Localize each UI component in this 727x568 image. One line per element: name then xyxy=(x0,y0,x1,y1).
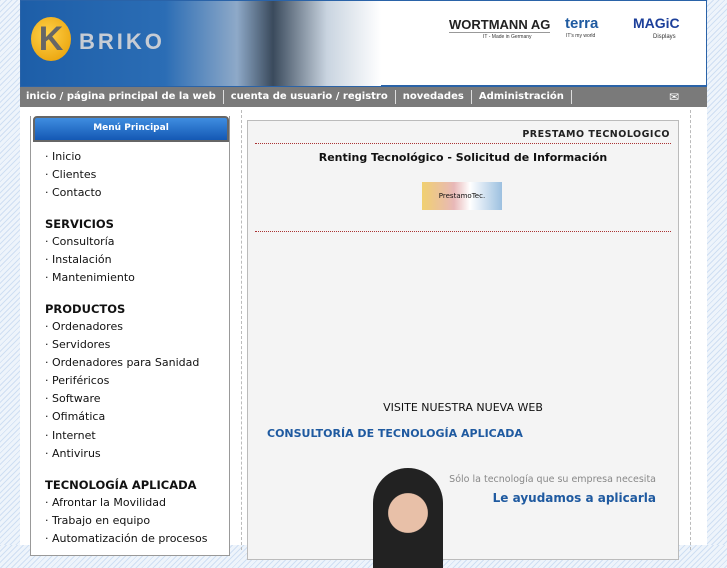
sidebar-item[interactable]: · Periféricos xyxy=(45,374,109,387)
label: Software xyxy=(52,392,101,405)
label: Ordenadores xyxy=(52,320,123,333)
magic-logo[interactable]: MAGiC xyxy=(633,15,680,31)
sidebar-item[interactable]: · Software xyxy=(45,392,101,405)
main-content-box: PRESTAMO TECNOLOGICO Renting Tecnológico… xyxy=(247,120,679,568)
divider xyxy=(241,110,242,550)
dotted-divider xyxy=(255,143,671,144)
label: Afrontar la Movilidad xyxy=(52,496,166,509)
label: Internet xyxy=(52,429,96,442)
label: Ordenadores para Sanidad xyxy=(52,356,200,369)
mail-icon[interactable]: ✉ xyxy=(669,91,679,103)
header: K BRIKO WORTMANN AG IT - Made in Germany… xyxy=(20,0,707,87)
label: Contacto xyxy=(52,186,102,199)
sidebar-item[interactable]: · Trabajo en equipo xyxy=(45,514,150,527)
menu-title: Menú Principal xyxy=(33,116,229,142)
sidebar-item[interactable]: · Instalación xyxy=(45,253,112,266)
banner-subtitle: Sólo la tecnología que su empresa necesi… xyxy=(449,474,656,485)
label: Servidores xyxy=(52,338,111,351)
label: Automatización de procesos xyxy=(52,532,208,545)
sidebar-item[interactable]: · Afrontar la Movilidad xyxy=(45,496,166,509)
sidebar-item-clientes[interactable]: · Clientes xyxy=(45,168,96,181)
sidebar: Menú Principal · Inicio · Clientes · Con… xyxy=(30,116,230,556)
dotted-divider xyxy=(255,231,671,232)
label: Periféricos xyxy=(52,374,110,387)
nav-novedades[interactable]: novedades xyxy=(396,90,472,104)
sidebar-item[interactable]: · Consultoría xyxy=(45,235,115,248)
wortmann-tagline: IT - Made in Germany xyxy=(483,34,532,40)
sidebar-heading-productos: PRODUCTOS xyxy=(45,302,126,316)
label: Antivirus xyxy=(52,447,101,460)
label: Consultoría xyxy=(52,235,115,248)
label: Inicio xyxy=(52,150,82,163)
sidebar-heading-servicios: SERVICIOS xyxy=(45,217,114,231)
page-heading: Renting Tecnológico - Solicitud de Infor… xyxy=(318,151,608,164)
nav-inicio[interactable]: inicio / página principal de la web xyxy=(26,90,224,104)
sidebar-item[interactable]: · Internet xyxy=(45,429,96,442)
nav-cuenta[interactable]: cuenta de usuario / registro xyxy=(224,90,396,104)
sidebar-item-contacto[interactable]: · Contacto xyxy=(45,186,102,199)
sidebar-item[interactable]: · Automatización de procesos xyxy=(45,532,207,545)
sidebar-item-inicio[interactable]: · Inicio xyxy=(45,150,81,163)
nav-administracion[interactable]: Administración xyxy=(472,90,572,104)
sidebar-item[interactable]: · Ordenadores para Sanidad xyxy=(45,356,199,369)
briko-logo-icon[interactable]: K xyxy=(31,17,71,61)
box-title: PRESTAMO TECNOLOGICO xyxy=(522,129,670,140)
top-nav: inicio / página principal de la web cuen… xyxy=(20,87,707,107)
wortmann-logo[interactable]: WORTMANN AG xyxy=(449,17,551,33)
sidebar-item[interactable]: · Mantenimiento xyxy=(45,271,135,284)
sidebar-item[interactable]: · Ofimática xyxy=(45,410,105,423)
label: Clientes xyxy=(52,168,97,181)
briko-logo-text: BRIKO xyxy=(79,29,165,54)
header-banner: K BRIKO xyxy=(21,1,381,86)
banner-slogan: Le ayudamos a aplicarla xyxy=(492,491,656,505)
magic-tagline: Displays xyxy=(653,34,676,40)
sidebar-heading-tecnologia: TECNOLOGÍA APLICADA xyxy=(45,478,197,492)
divider xyxy=(690,110,691,550)
label: Mantenimiento xyxy=(52,271,135,284)
label: Ofimática xyxy=(52,410,106,423)
visite-link[interactable]: VISITE NUESTRA NUEVA WEB xyxy=(248,401,678,414)
prestamo-thumbnail[interactable]: PrestamoTec. xyxy=(422,182,502,210)
banner-photo xyxy=(373,468,443,568)
sidebar-item[interactable]: · Antivirus xyxy=(45,447,101,460)
page-container: K BRIKO WORTMANN AG IT - Made in Germany… xyxy=(20,0,707,568)
label: Instalación xyxy=(52,253,112,266)
banner-title[interactable]: CONSULTORÍA DE TECNOLOGÍA APLICADA xyxy=(267,427,523,440)
terra-logo[interactable]: terra xyxy=(565,15,598,32)
terra-tagline: IT's my world xyxy=(566,33,596,39)
sidebar-item[interactable]: · Servidores xyxy=(45,338,110,351)
label: Trabajo en equipo xyxy=(52,514,151,527)
sidebar-item[interactable]: · Ordenadores xyxy=(45,320,123,333)
